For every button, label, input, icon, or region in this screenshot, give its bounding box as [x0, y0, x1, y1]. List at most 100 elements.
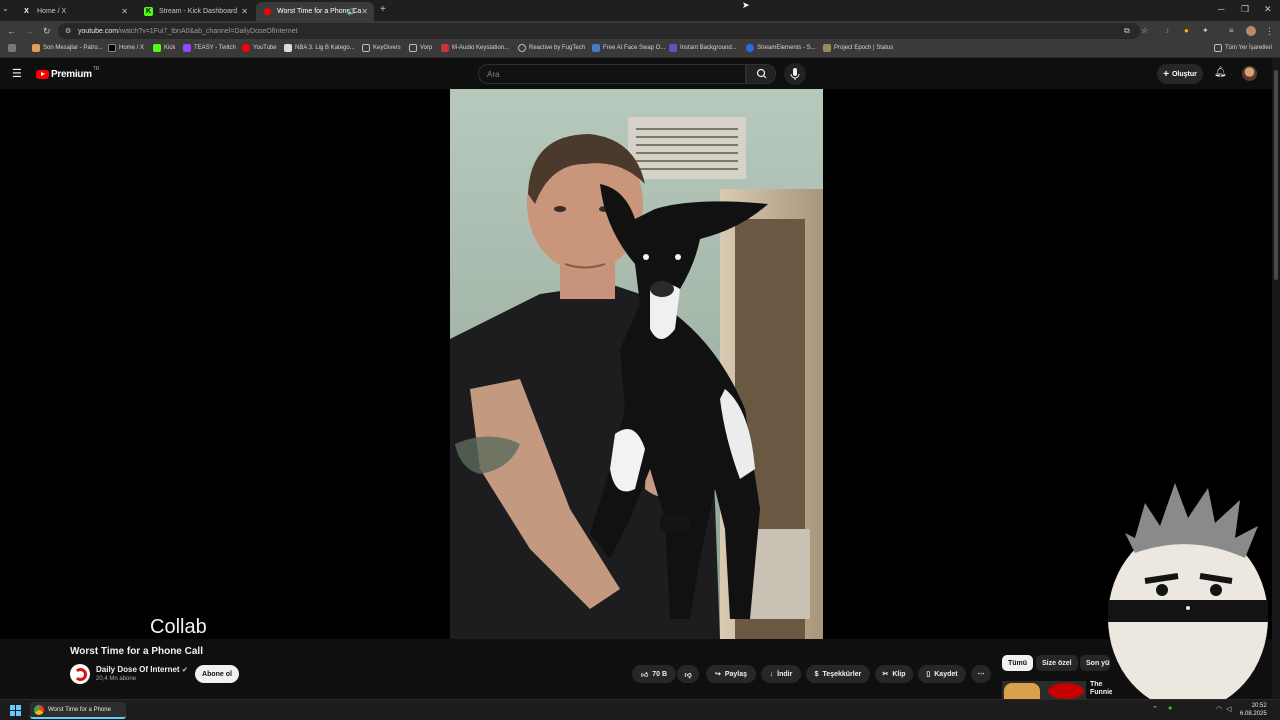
address-bar-row: ← → ↻ ⚙ youtube.com/watch?v=1Fui7_tbnA0&…: [0, 21, 1280, 41]
bookmark-folder[interactable]: KeyGivers: [362, 44, 401, 52]
bookmark-item[interactable]: Home / X: [108, 44, 144, 52]
apps-grid-icon[interactable]: [8, 44, 19, 52]
url-path: /watch?v=1Fui7_tbnA0&ab_channel=DailyDos…: [118, 27, 298, 35]
dislike-button[interactable]: 👎︎: [677, 665, 699, 683]
bookmarks-bar: Son Mesajlar - Patro... Home / X Kick TE…: [0, 41, 1280, 58]
tab-search-icon[interactable]: ⌄: [2, 4, 9, 13]
thanks-button[interactable]: $ Teşekkürler: [806, 665, 870, 683]
thumbs-up-icon: 👍︎: [640, 671, 649, 679]
restore-icon[interactable]: ❐: [1241, 4, 1249, 15]
search-button[interactable]: [746, 64, 776, 84]
bookmark-item[interactable]: Son Mesajlar - Patro...: [32, 44, 103, 52]
taskbar-clock[interactable]: 20:52 6.08.2025: [1240, 702, 1267, 718]
speaker-icon[interactable]: 🔊: [347, 8, 356, 16]
minimize-icon[interactable]: ─: [1218, 4, 1224, 14]
voice-search-button[interactable]: [784, 63, 806, 85]
close-icon[interactable]: ✕: [121, 7, 128, 16]
tab-youtube-video[interactable]: Worst Time for a Phone Ca 🔊 ✕: [256, 2, 374, 21]
close-icon[interactable]: ✕: [361, 7, 368, 16]
recommended-video-thumbnail[interactable]: [1002, 681, 1086, 699]
bookmark-item[interactable]: Instant Background...: [669, 44, 737, 52]
notifications-bell-icon[interactable]: 🔔︎: [1214, 67, 1227, 78]
tray-app-icon[interactable]: ●: [1168, 705, 1172, 712]
tab-home-x[interactable]: X Home / X ✕: [14, 2, 134, 21]
clip-button[interactable]: ✂ Klip: [875, 665, 913, 683]
save-button[interactable]: ▯ Kaydet: [918, 665, 966, 683]
url-field[interactable]: ⚙ youtube.com/watch?v=1Fui7_tbnA0&ab_cha…: [58, 23, 1140, 39]
close-icon[interactable]: ✕: [241, 7, 248, 16]
menu-kebab-icon[interactable]: ⋮: [1265, 26, 1274, 37]
subscribe-button[interactable]: Abone ol: [195, 665, 239, 683]
media-control-icon[interactable]: ≡: [1229, 26, 1234, 35]
more-actions-button[interactable]: ⋯: [971, 665, 991, 683]
volume-icon[interactable]: ◁: [1226, 705, 1231, 713]
youtube-header: ☰ Premium TR Ara + Oluştur 🔔︎: [0, 58, 1272, 89]
video-frame[interactable]: [450, 89, 823, 639]
like-button[interactable]: 👍︎ 70 B: [632, 665, 676, 683]
site-info-icon[interactable]: ⚙: [65, 27, 71, 35]
windows-start-icon[interactable]: [10, 705, 21, 716]
tab-label: Home / X: [37, 8, 67, 15]
forward-icon[interactable]: →: [25, 26, 34, 36]
bookmark-item[interactable]: StreamElements - S...: [746, 44, 816, 52]
youtube-premium-logo[interactable]: Premium TR: [36, 66, 99, 80]
search-input[interactable]: Ara: [478, 64, 746, 84]
bookmark-item[interactable]: NBA 3. Lig B Katego...: [284, 44, 355, 52]
all-bookmarks-folder[interactable]: Tüm Yer İşaretleri: [1214, 44, 1272, 52]
bookmark-item[interactable]: YouTube: [242, 44, 277, 52]
window-close-icon[interactable]: ✕: [1264, 4, 1272, 15]
youtube-play-icon: [36, 70, 49, 79]
bookmark-item[interactable]: M-Audio Keystation...: [441, 44, 509, 52]
download-button[interactable]: ↓ İndir: [761, 665, 801, 683]
tab-label: Stream - Kick Dashboard: [159, 8, 238, 15]
hamburger-menu-icon[interactable]: ☰: [12, 67, 22, 80]
recommended-video-title[interactable]: The Funniest ... Internet: [1090, 681, 1112, 699]
chrome-icon: [34, 705, 44, 715]
back-icon[interactable]: ←: [7, 26, 16, 36]
tab-kick-dashboard[interactable]: K Stream - Kick Dashboard ✕: [136, 2, 254, 21]
page-scrollbar[interactable]: [1272, 58, 1280, 698]
share-button[interactable]: ↪ Paylaş: [706, 665, 756, 683]
video-player[interactable]: [0, 89, 1272, 639]
tray-chevron-icon[interactable]: ⌃: [1152, 705, 1158, 713]
reload-icon[interactable]: ↻: [43, 26, 51, 37]
video-still-goat-image: [450, 89, 823, 639]
bookmark-item[interactable]: Reactive by FugTech: [518, 44, 585, 52]
scissors-icon: ✂: [882, 671, 889, 678]
bookmark-folder[interactable]: Vorp: [409, 44, 432, 52]
channel-name[interactable]: Daily Dose Of Internet ✔: [96, 665, 188, 674]
download-icon: ↓: [769, 670, 774, 678]
wifi-icon[interactable]: ◠: [1216, 705, 1222, 713]
bookmark-item[interactable]: Free AI Face Swap O...: [592, 44, 665, 52]
new-tab-button[interactable]: +: [380, 4, 386, 15]
search-icon: [756, 68, 767, 79]
install-app-icon[interactable]: ⧉: [1124, 26, 1130, 36]
chip-all[interactable]: Tümü: [1002, 655, 1034, 671]
scrollbar-thumb[interactable]: [1274, 70, 1278, 280]
bookmark-item[interactable]: Project Epoch | Status: [823, 44, 893, 52]
super-thanks-icon: $: [814, 670, 819, 678]
subscriber-count: 20,4 Mn abone: [96, 676, 137, 682]
extension-icon[interactable]: ●: [1184, 26, 1189, 35]
channel-avatar[interactable]: [70, 664, 90, 684]
taskbar-chrome-window[interactable]: Worst Time for a Phone: [30, 702, 126, 719]
browser-tab-bar: X Home / X ✕ K Stream - Kick Dashboard ✕…: [0, 0, 1280, 21]
bookmark-item[interactable]: TEASY - Twitch: [183, 44, 236, 52]
plus-icon: +: [1163, 68, 1169, 80]
extensions-puzzle-icon[interactable]: ✦: [1202, 26, 1209, 35]
microphone-icon: [790, 68, 800, 80]
chip-for-you[interactable]: Size özel: [1036, 655, 1078, 671]
windows-taskbar: Worst Time for a Phone ⌃ ● ◠ ◁ 20:52 6.0…: [0, 699, 1280, 720]
create-button[interactable]: + Oluştur: [1157, 64, 1203, 84]
extension-audio-icon[interactable]: ♪: [1165, 26, 1169, 35]
bookmark-icon: ▯: [926, 671, 931, 678]
more-horizontal-icon: ⋯: [977, 671, 985, 678]
chip-recent[interactable]: Son yüklenenler: [1080, 655, 1110, 671]
bookmark-item[interactable]: Kick: [153, 44, 175, 52]
thumbs-down-icon: 👎︎: [684, 671, 692, 679]
mouse-cursor-icon: ➤: [742, 0, 750, 10]
profile-avatar[interactable]: [1246, 26, 1256, 36]
account-avatar[interactable]: [1242, 66, 1257, 81]
bookmark-star-icon[interactable]: ☆: [1141, 26, 1148, 35]
url-host: youtube.com: [78, 27, 119, 35]
